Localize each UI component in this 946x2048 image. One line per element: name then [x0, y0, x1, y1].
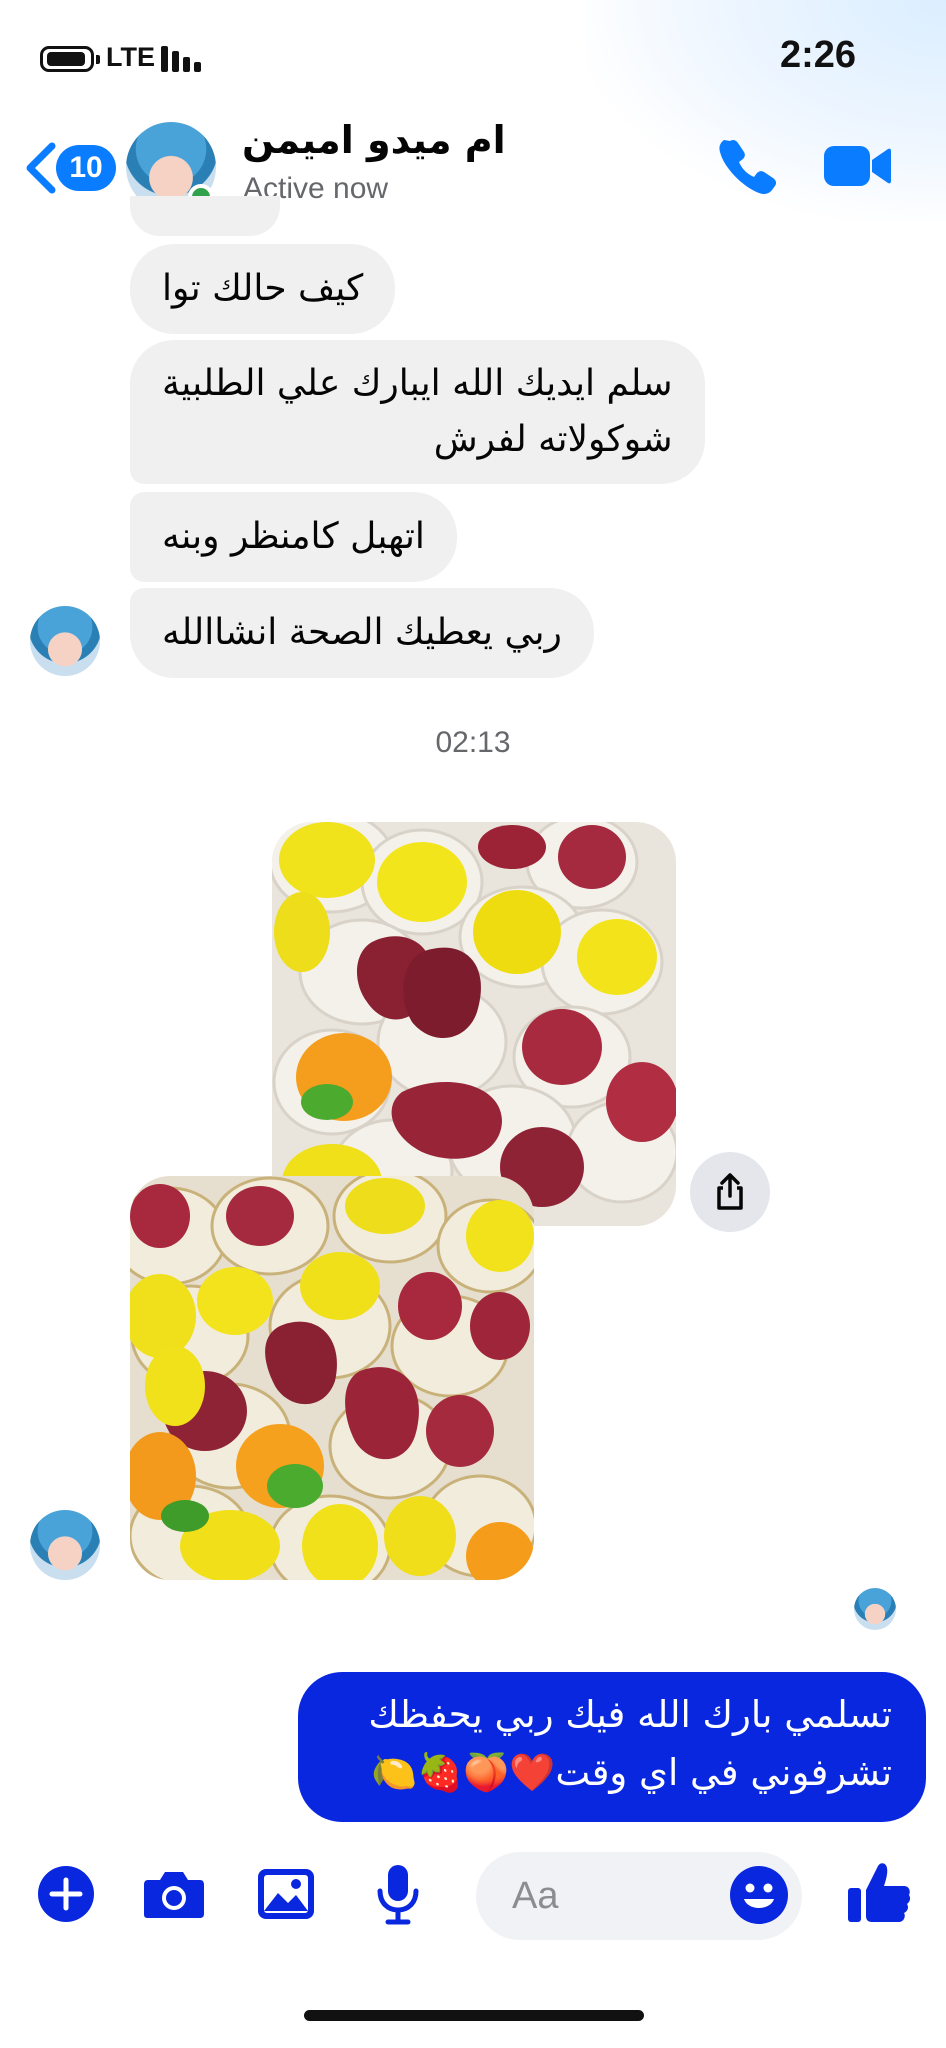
message-text: ربي يعطيك الصحة انشاالله	[162, 612, 562, 653]
signal-icon	[161, 46, 207, 72]
photo-content	[272, 822, 676, 1226]
phone-icon[interactable]	[716, 135, 776, 195]
message-input-placeholder: Aa	[512, 1874, 559, 1917]
message-timestamp: 02:13	[435, 726, 511, 759]
message-bubble-incoming[interactable]: ربي يعطيك الصحة انشاالله	[130, 588, 594, 678]
message-bubble-outgoing[interactable]: تسلمي بارك الله فيك ربي يحفظك تشرفوني في…	[298, 1672, 926, 1822]
battery-icon	[40, 46, 100, 72]
share-button[interactable]	[690, 1152, 770, 1232]
image-icon	[258, 1869, 314, 1919]
contact-name[interactable]: ام ميدو اميمن	[242, 118, 506, 162]
seen-receipt-avatar	[854, 1588, 896, 1630]
previous-message-bubble[interactable]	[130, 196, 280, 236]
message-bubble-incoming[interactable]: اتهبل كامنظر وبنه	[130, 492, 457, 582]
message-bubble-incoming[interactable]: سلم ايديك الله ايبارك علي الطلبية شوكولا…	[130, 340, 705, 484]
share-icon	[717, 1173, 743, 1210]
camera-icon	[144, 1872, 204, 1918]
home-indicator	[304, 2010, 644, 2021]
microphone-icon	[377, 1865, 419, 1925]
thumbs-up-icon[interactable]	[846, 1860, 912, 1926]
plus-icon	[38, 1866, 94, 1922]
back-button[interactable]: 10	[22, 138, 116, 198]
chocolate-fruit-treats-photo[interactable]	[130, 1176, 534, 1580]
message-bubble-incoming[interactable]: كيف حالك توا	[130, 244, 396, 334]
camera-button[interactable]	[142, 1862, 206, 1926]
photo-content	[130, 1176, 534, 1580]
message-text: كيف حالك توا	[162, 268, 364, 309]
gallery-button[interactable]	[254, 1862, 318, 1926]
unread-count-badge: 10	[56, 145, 116, 191]
voice-record-button[interactable]	[366, 1862, 430, 1926]
carrier-label: LTE	[106, 42, 155, 72]
sender-avatar[interactable]	[30, 606, 100, 676]
video-camera-icon[interactable]	[822, 140, 892, 192]
status-bar: LTE 2:26	[0, 0, 946, 120]
add-button[interactable]	[34, 1862, 98, 1926]
emoji-icon[interactable]	[728, 1864, 790, 1926]
message-text-line: تشرفوني في اي وقت❤️🍑🍓🍋	[371, 1751, 892, 1794]
status-time: 2:26	[779, 34, 856, 76]
chocolate-fruit-treats-photo[interactable]	[272, 822, 676, 1226]
sender-avatar[interactable]	[30, 1510, 100, 1580]
message-text-line: سلم ايديك الله ايبارك علي الطلبية	[162, 363, 673, 404]
message-text: اتهبل كامنظر وبنه	[162, 516, 425, 557]
message-text-line: شوكولاته لفرش	[433, 419, 673, 460]
message-text-line: تسلمي بارك الله فيك ربي يحفظك	[368, 1693, 892, 1736]
